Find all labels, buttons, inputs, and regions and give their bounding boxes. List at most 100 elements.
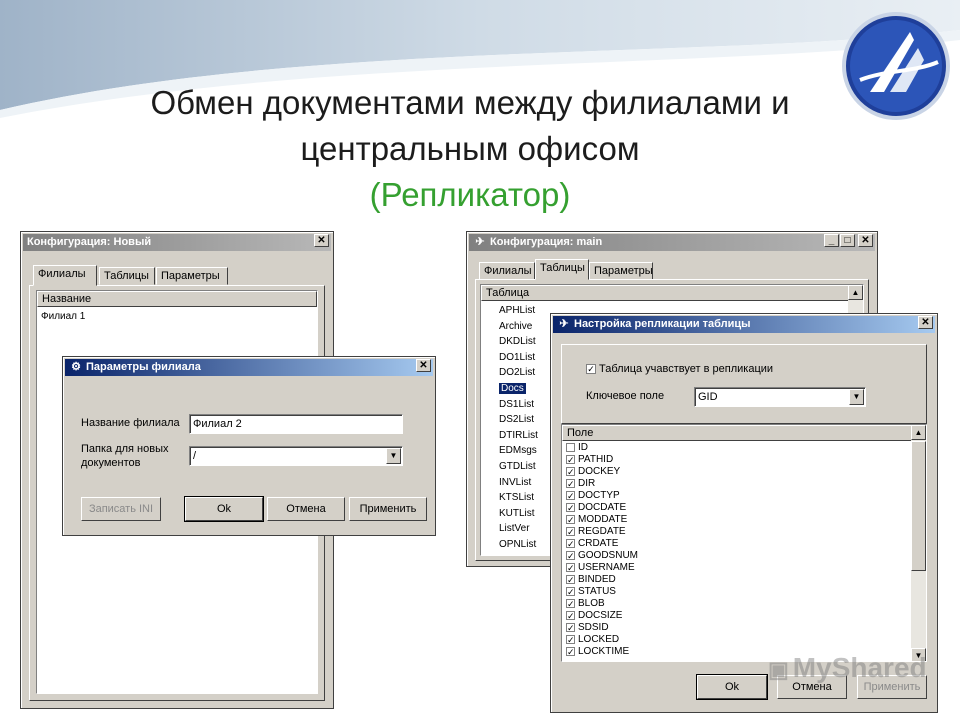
- write-ini-button[interactable]: Записать INI: [81, 497, 161, 521]
- checkbox-checked-icon[interactable]: ✓: [566, 514, 575, 524]
- field-row[interactable]: ✓ BINDED: [566, 574, 616, 586]
- scroll-up-icon[interactable]: ▲: [848, 285, 863, 300]
- table-row[interactable]: DO1List: [499, 350, 535, 365]
- tab-branches-label: Филиалы: [38, 268, 86, 280]
- table-row[interactable]: OPNList: [499, 537, 536, 552]
- checkbox-checked-icon[interactable]: ✓: [566, 646, 575, 656]
- field-row[interactable]: ✓ REGDATE: [566, 526, 626, 538]
- chevron-down-icon[interactable]: ▼: [386, 448, 401, 464]
- replication-titlebar[interactable]: ✈ Настройка репликации таблицы: [553, 316, 935, 333]
- tab-branches[interactable]: Филиалы: [33, 265, 97, 286]
- checkbox-checked-icon[interactable]: ✓: [566, 574, 575, 584]
- field-row[interactable]: ✓ GOODSNUM: [566, 550, 638, 562]
- checkbox-checked-icon[interactable]: ✓: [566, 478, 575, 488]
- table-row[interactable]: DS1List: [499, 397, 534, 412]
- field-row[interactable]: ✓ PATHID: [566, 454, 613, 466]
- ok-button[interactable]: Ok: [696, 674, 768, 700]
- tab-branches-label: Филиалы: [484, 265, 532, 277]
- fields-list[interactable]: Поле ▲ ▼ ID ✓ PATHID ✓ DOCKEY ✓ DIR ✓ DOCTYP ✓ DOC…: [561, 424, 927, 662]
- field-row[interactable]: ✓ LOCKTIME: [566, 646, 629, 658]
- checkbox-checked-icon[interactable]: ✓: [566, 610, 575, 620]
- tab-branches[interactable]: Филиалы: [479, 262, 535, 280]
- fields-scrollbar[interactable]: ▲ ▼: [911, 425, 926, 661]
- close-icon[interactable]: ✕: [416, 359, 431, 372]
- tab-tables[interactable]: Таблицы: [99, 267, 155, 285]
- participates-checkbox[interactable]: ✓ Таблица учавствует в репликации: [586, 363, 773, 375]
- field-row[interactable]: ✓ CRDATE: [566, 538, 618, 550]
- checkbox-checked-icon[interactable]: ✓: [566, 622, 575, 632]
- field-row[interactable]: ✓ DOCKEY: [566, 466, 620, 478]
- table-row[interactable]: EDMsgs: [499, 443, 537, 458]
- field-row[interactable]: ✓ USERNAME: [566, 562, 635, 574]
- branch-name-field[interactable]: Филиал 2: [189, 414, 403, 434]
- table-row[interactable]: GTDList: [499, 459, 536, 474]
- close-icon[interactable]: ✕: [314, 234, 329, 247]
- field-row-label: ID: [578, 442, 588, 453]
- column-header-field[interactable]: Поле: [562, 425, 912, 441]
- column-header-field-label: Поле: [567, 427, 594, 439]
- checkbox-checked-icon[interactable]: ✓: [566, 586, 575, 596]
- column-header-table[interactable]: Таблица: [481, 285, 849, 301]
- folder-value: /: [193, 450, 197, 462]
- checkbox-checked-icon[interactable]: ✓: [566, 550, 575, 560]
- table-row[interactable]: ListVer: [499, 521, 530, 536]
- field-row[interactable]: ✓ BLOB: [566, 598, 605, 610]
- tab-params[interactable]: Параметры: [156, 267, 228, 285]
- folder-select[interactable]: / ▼: [189, 446, 403, 466]
- close-icon[interactable]: ✕: [918, 316, 933, 329]
- table-row[interactable]: KTSList: [499, 490, 534, 505]
- field-row[interactable]: ✓ DOCSIZE: [566, 610, 622, 622]
- ok-button[interactable]: Ok: [184, 496, 264, 522]
- table-row[interactable]: APHList: [499, 303, 535, 318]
- checkbox-checked-icon[interactable]: ✓: [566, 538, 575, 548]
- column-header-name[interactable]: Название: [37, 291, 317, 307]
- checkbox-checked-icon[interactable]: ✓: [566, 490, 575, 500]
- ok-label: Ok: [216, 503, 232, 515]
- scroll-thumb[interactable]: [911, 441, 926, 571]
- table-row[interactable]: DO2List: [499, 365, 535, 380]
- cancel-button[interactable]: Отмена: [267, 497, 345, 521]
- field-row[interactable]: ✓ LOCKED: [566, 634, 619, 646]
- key-field-select[interactable]: GID ▼: [694, 387, 866, 407]
- config-new-titlebar[interactable]: Конфигурация: Новый: [23, 234, 331, 251]
- checkbox-checked-icon[interactable]: ✓: [566, 598, 575, 608]
- table-row[interactable]: KUTList: [499, 506, 535, 521]
- checkbox-checked-icon[interactable]: ✓: [566, 562, 575, 572]
- checkbox-checked-icon[interactable]: ✓: [566, 502, 575, 512]
- maximize-icon[interactable]: □: [840, 234, 855, 247]
- field-row[interactable]: ✓ DOCTYP: [566, 490, 620, 502]
- app-icon: ✈: [475, 236, 485, 248]
- field-row[interactable]: ✓ SDSID: [566, 622, 609, 634]
- field-row[interactable]: ✓ DOCDATE: [566, 502, 626, 514]
- config-main-titlebar[interactable]: ✈ Конфигурация: main: [469, 234, 875, 251]
- chevron-down-icon[interactable]: ▼: [849, 389, 864, 405]
- tab-tables[interactable]: Таблицы: [535, 259, 589, 280]
- checkbox-empty-icon[interactable]: [566, 442, 575, 452]
- branch-params-title: Параметры филиала: [86, 361, 201, 373]
- field-row[interactable]: ✓ DIR: [566, 478, 595, 490]
- participates-check-icon[interactable]: ✓: [586, 364, 596, 375]
- scroll-up-icon[interactable]: ▲: [911, 425, 926, 440]
- table-row[interactable]: DS2List: [499, 412, 534, 427]
- table-row[interactable]: DTIRList: [499, 428, 538, 443]
- checkbox-checked-icon[interactable]: ✓: [566, 466, 575, 476]
- checkbox-checked-icon[interactable]: ✓: [566, 634, 575, 644]
- field-row[interactable]: ✓ MODDATE: [566, 514, 627, 526]
- table-row[interactable]: Archive: [499, 319, 532, 334]
- tab-params[interactable]: Параметры: [589, 262, 653, 280]
- field-row[interactable]: ✓ STATUS: [566, 586, 616, 598]
- checkbox-checked-icon[interactable]: ✓: [566, 454, 575, 464]
- table-row[interactable]: DKDList: [499, 334, 536, 349]
- branch-params-titlebar[interactable]: ⚙ Параметры филиала: [65, 359, 433, 376]
- table-row[interactable]: Docs: [499, 381, 526, 396]
- tab-params-label: Параметры: [594, 265, 653, 277]
- apply-button[interactable]: Применить: [349, 497, 427, 521]
- close-icon[interactable]: ✕: [858, 234, 873, 247]
- table-row[interactable]: INVList: [499, 475, 531, 490]
- field-row-label: DOCKEY: [578, 466, 621, 477]
- field-row[interactable]: ID: [566, 442, 588, 454]
- checkbox-checked-icon[interactable]: ✓: [566, 526, 575, 536]
- table-row-label: DTIRList: [499, 429, 538, 441]
- list-item[interactable]: Филиал 1: [41, 309, 85, 324]
- minimize-icon[interactable]: _: [824, 234, 839, 247]
